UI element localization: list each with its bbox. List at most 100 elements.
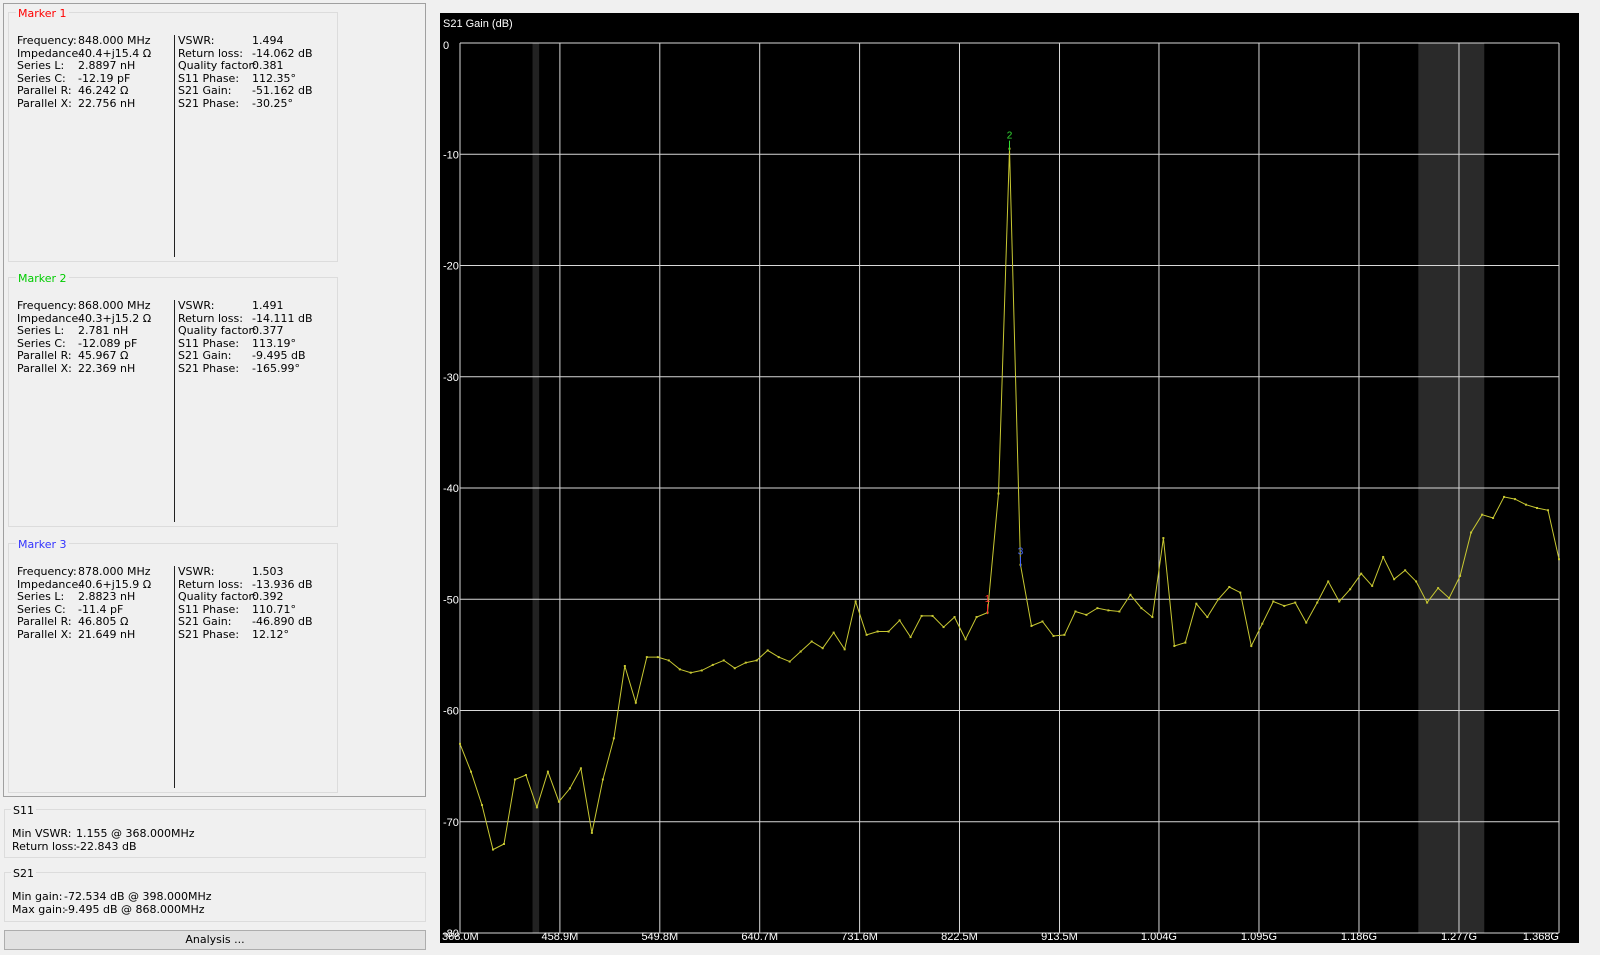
data-point-9 (557, 800, 560, 803)
data-point-20 (678, 668, 681, 671)
marker-panel: Marker 1 Frequency: 848.000 MHz Impedance… (3, 3, 426, 797)
data-point-26 (744, 661, 747, 664)
data-point-6 (524, 774, 527, 777)
data-point-58 (1096, 607, 1099, 610)
x-tick-label-10: 1.277G (1441, 931, 1477, 943)
data-point-14 (612, 737, 615, 740)
marker-1-label: 1 (985, 594, 991, 605)
s11-title: S11 (11, 804, 36, 817)
data-point-52 (1030, 624, 1033, 627)
marker-1-left-values: Frequency: 848.000 MHz Impedance: 40.4+j15… (17, 34, 151, 111)
data-point-98 (1536, 507, 1539, 510)
marker-2-vswr: VSWR: 1.491 (178, 299, 284, 312)
marker-3-title: Marker 3 (16, 538, 69, 551)
data-point-38 (876, 630, 879, 633)
data-point-79 (1327, 580, 1330, 583)
data-point-40 (898, 619, 901, 622)
s11-summary: S11 Min VSWR: 1.155 @ 368.000MHz Return l… (4, 805, 426, 858)
data-point-90 (1448, 597, 1451, 600)
data-point-5 (513, 778, 516, 781)
data-point-19 (667, 659, 670, 662)
data-point-1 (469, 770, 472, 773)
x-tick-label-5: 822.5M (941, 931, 978, 943)
data-point-97 (1525, 503, 1528, 506)
marker-1-divider (174, 35, 175, 257)
analysis-button[interactable]: Analysis ... (4, 930, 426, 950)
data-point-56 (1074, 610, 1077, 613)
data-point-55 (1063, 633, 1066, 636)
x-tick-label-0: 368.0M (442, 931, 479, 943)
data-point-99 (1547, 509, 1550, 512)
x-tick-label-8: 1.095G (1241, 931, 1277, 943)
data-point-74 (1272, 600, 1275, 603)
y-tick-label-0: 0 (443, 40, 449, 52)
chart-title: S21 Gain (dB) (443, 18, 513, 30)
data-point-41 (909, 636, 912, 639)
data-point-73 (1261, 622, 1264, 625)
data-point-84 (1382, 555, 1385, 558)
marker-2-parallel-x: Parallel X: 22.369 nH (17, 361, 136, 375)
marker-3-quality-factor: Quality factor: 0.392 (178, 590, 284, 604)
data-point-39 (887, 630, 890, 633)
data-point-32 (810, 640, 813, 643)
data-point-17 (645, 656, 648, 659)
marker-3-frequency: Frequency: 878.000 MHz (17, 565, 151, 578)
data-point-25 (733, 667, 736, 670)
data-point-70 (1228, 586, 1231, 589)
data-point-37 (865, 633, 868, 636)
data-point-31 (799, 650, 802, 653)
data-point-2 (480, 804, 483, 807)
chart-svg[interactable]: 0-10-20-30-40-50-60-70-80368.0M 458.9M 549… (440, 13, 1579, 943)
data-point-57 (1085, 613, 1088, 616)
marker-1-group: Marker 1 Frequency: 848.000 MHz Impedance… (8, 8, 338, 262)
s21-title: S21 (11, 867, 36, 880)
data-point-12 (590, 831, 593, 834)
marker-1-vswr: VSWR: 1.494 (178, 34, 284, 47)
marker-1-quality-factor: Quality factor: 0.381 (178, 59, 284, 73)
marker-3-vswr: VSWR: 1.503 (178, 565, 284, 578)
data-point-87 (1415, 580, 1418, 583)
data-point-8 (546, 770, 549, 773)
s11-values: Min VSWR: 1.155 @ 368.000MHz Return loss:… (12, 827, 195, 853)
marker-2-frequency: Frequency: 868.000 MHz (17, 299, 151, 312)
data-point-81 (1349, 588, 1352, 591)
data-point-44 (942, 626, 945, 629)
data-point-69 (1217, 598, 1220, 601)
data-point-85 (1393, 578, 1396, 581)
x-tick-label-2: 549.8M (641, 931, 678, 943)
marker-2-left-values: Frequency: 868.000 MHz Impedance: 40.3+j15… (17, 299, 151, 376)
data-point-23 (711, 663, 714, 666)
data-point-47 (975, 616, 978, 619)
data-point-88 (1426, 601, 1429, 604)
y-tick-label-1: -10 (443, 149, 459, 161)
s21-gain-chart[interactable]: 0 -10 -20 -30 -40 -50 -60 -70 -80 368.0M 458.9M 549… (440, 13, 1579, 943)
data-point-96 (1514, 498, 1517, 501)
data-point-64 (1162, 537, 1165, 540)
data-point-45 (953, 616, 956, 619)
s21-summary: S21 Min gain: -72.534 dB @ 398.000MHz Max… (4, 868, 426, 922)
data-point-71 (1239, 591, 1242, 594)
data-point-54 (1052, 634, 1055, 637)
x-tick-label-11: 1.368G (1523, 931, 1559, 943)
data-point-77 (1305, 621, 1308, 624)
marker-2-group: Marker 2 Frequency: 868.000 MHz Impedance… (8, 273, 338, 527)
data-point-89 (1437, 587, 1440, 590)
data-point-76 (1294, 601, 1297, 604)
data-point-68 (1206, 616, 1209, 619)
marker-3-label: 3 (1018, 547, 1024, 558)
data-point-61 (1129, 593, 1132, 596)
data-point-21 (689, 671, 692, 674)
data-point-11 (579, 767, 582, 770)
data-point-83 (1371, 584, 1374, 587)
data-point-46 (964, 638, 967, 641)
data-point-33 (821, 647, 824, 650)
data-point-82 (1360, 572, 1363, 575)
marker-1-frequency: Frequency: 848.000 MHz (17, 34, 151, 47)
data-point-60 (1118, 610, 1121, 613)
data-point-62 (1140, 607, 1143, 610)
data-point-36 (854, 600, 857, 603)
data-point-95 (1503, 495, 1506, 498)
s21-values: Min gain: -72.534 dB @ 398.000MHz Max gai… (12, 890, 212, 916)
marker-1-series-l: Series L: 2.8897 nH (17, 59, 136, 73)
data-point-78 (1316, 601, 1319, 604)
